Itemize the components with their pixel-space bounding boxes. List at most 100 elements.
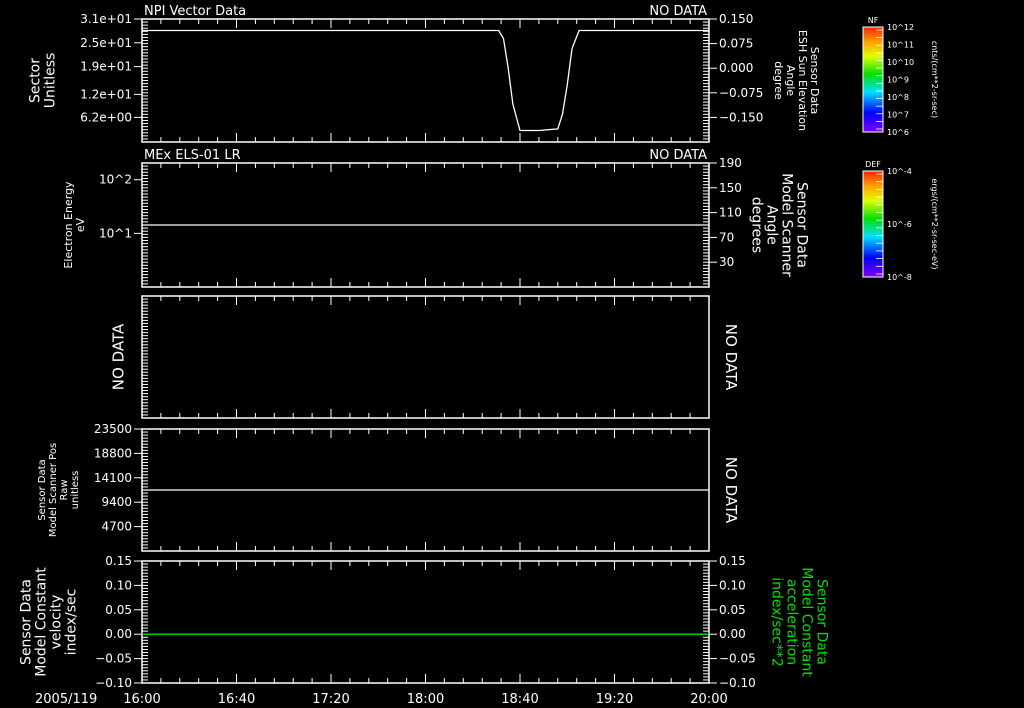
colorbar-tick-label: 10^-6 bbox=[887, 220, 912, 229]
y-tick-label-left: 23500 bbox=[94, 422, 132, 436]
x-tick-label: 18:00 bbox=[407, 692, 444, 707]
axis-label-line: Model Scanner bbox=[779, 173, 795, 277]
y-tick-label-right: 0.05 bbox=[719, 603, 746, 617]
axis-label-line: NO DATA bbox=[722, 324, 740, 391]
axis-label-line: eV bbox=[74, 217, 87, 232]
no-data-status: NO DATA bbox=[649, 4, 707, 19]
axis-label-line: velocity bbox=[48, 595, 64, 650]
y-tick-label-left: 0.10 bbox=[105, 578, 132, 592]
axis-label-line: Model Scanner Pos bbox=[48, 443, 59, 537]
y-tick-label-left: −0.10 bbox=[95, 676, 132, 690]
colorbar-tick-label: 10^8 bbox=[887, 93, 909, 102]
y-axis-label-left: Sector Unitless bbox=[27, 53, 58, 109]
y-tick-label-right: 30 bbox=[719, 255, 734, 269]
panel-title: MEx ELS-01 LR bbox=[144, 148, 241, 163]
x-tick-label: 17:20 bbox=[312, 692, 349, 707]
colorbar-tick-label: 10^-4 bbox=[887, 167, 912, 176]
colorbar-title: DEF bbox=[865, 160, 881, 169]
axis-label-line: Unitless bbox=[42, 53, 58, 109]
y-tick-label-right: 190 bbox=[719, 156, 742, 170]
y-tick-label-right: −0.05 bbox=[719, 652, 756, 666]
y-axis-label-right: Sensor DataModel Constantaccelerationind… bbox=[769, 567, 830, 677]
y-tick-label-left: 0.00 bbox=[105, 627, 132, 641]
panel-title: NPI Vector Data bbox=[144, 4, 246, 19]
y-tick-label-right: 110 bbox=[719, 206, 742, 220]
axis-label-line: index/sec bbox=[63, 589, 79, 656]
axis-label-line: Raw bbox=[59, 479, 70, 500]
axis-label-line: cnts/(cm**2-sr-sec) bbox=[930, 41, 939, 118]
y-tick-label-left: 0.05 bbox=[105, 603, 132, 617]
colorbar-tick-label: 10^7 bbox=[887, 111, 909, 120]
axis-label-line: Sensor Data bbox=[37, 459, 48, 520]
colorbar-units-label: ergs/(cm**2-sr-sec-eV) bbox=[930, 178, 939, 269]
no-data-right: NO DATA bbox=[722, 324, 740, 391]
y-axis-label-right: Sensor DataModel ScannerAngledegrees bbox=[749, 173, 810, 277]
axis-label-line: Sensor Data bbox=[18, 579, 34, 665]
x-tick-label: 16:40 bbox=[218, 692, 255, 707]
y-tick-label-left: 14100 bbox=[94, 471, 132, 485]
colorbar-tick-label: 10^-8 bbox=[887, 273, 912, 282]
y-tick-label-right: 0.10 bbox=[719, 578, 746, 592]
y-tick-label-right: 0.000 bbox=[719, 61, 753, 75]
y-tick-label-right: −0.150 bbox=[719, 110, 763, 124]
axis-label-line: ergs/(cm**2-sr-sec-eV) bbox=[930, 178, 939, 269]
plot-canvas: NPI Vector Data NO DATA 3.1e+01 2.5e+01 1.9e… bbox=[18, 4, 939, 707]
x-tick-label: 19:20 bbox=[596, 692, 633, 707]
panel-frame bbox=[141, 560, 710, 684]
y-tick-label-left: −0.05 bbox=[95, 652, 132, 666]
axis-label-line: degrees bbox=[749, 197, 765, 253]
axis-label-line: Sensor Data bbox=[794, 182, 810, 268]
x-tick-label: 16:00 bbox=[123, 692, 160, 707]
colorbar bbox=[862, 26, 884, 133]
axis-label-line: index/sec**2 bbox=[769, 577, 785, 667]
y-tick-label-right: 0.15 bbox=[719, 554, 746, 568]
y-tick-label-right: 70 bbox=[719, 230, 734, 244]
no-data-right: NO DATA bbox=[722, 457, 740, 524]
y-tick-label-left: 4700 bbox=[101, 520, 132, 534]
y-tick-label-right: 0.00 bbox=[719, 627, 746, 641]
y-tick-label-left: 18800 bbox=[94, 446, 132, 460]
date-label: 2005/119 bbox=[35, 692, 97, 707]
no-data-status: NO DATA bbox=[649, 148, 707, 163]
axis-label-line: NO DATA bbox=[109, 323, 127, 390]
colorbar-units-label: cnts/(cm**2-sr-sec) bbox=[930, 41, 939, 118]
y-tick-label-right: 150 bbox=[719, 181, 742, 195]
y-tick-label-left: 3.1e+01 bbox=[80, 12, 132, 26]
plot-layer: NPI Vector Data NO DATA 3.1e+01 2.5e+01 1.9e… bbox=[18, 4, 939, 707]
colorbar-tick-label: 10^12 bbox=[887, 23, 914, 32]
y-tick-label-right: −0.10 bbox=[719, 676, 756, 690]
series-line bbox=[142, 29, 709, 132]
axis-label-line: unitless bbox=[70, 471, 81, 510]
y-tick-label-left: 10^2 bbox=[99, 173, 132, 187]
y-tick-label-left: 6.2e+00 bbox=[80, 110, 132, 124]
y-tick-label-left: 1.9e+01 bbox=[80, 60, 132, 74]
colorbar-title: NF bbox=[868, 16, 879, 25]
no-data-left: NO DATA bbox=[109, 323, 127, 390]
y-tick-label-right: 0.150 bbox=[719, 12, 753, 26]
axis-label-line: Angle bbox=[764, 205, 780, 245]
axis-label-line: Sensor Data bbox=[814, 579, 830, 665]
y-axis-label-left: Sensor Data Model Scanner Pos Raw unitless bbox=[37, 443, 81, 537]
y-tick-label-right: 0.075 bbox=[719, 37, 753, 51]
y-axis-label-left: Electron Energy eV bbox=[62, 181, 87, 269]
colorbar-tick-label: 10^9 bbox=[887, 76, 909, 85]
y-tick-label-left: 1.2e+01 bbox=[80, 87, 132, 101]
y-axis-label-right: Sensor DataESH Sun ElevationAngledegree bbox=[772, 30, 821, 131]
axis-label-line: Model Constant bbox=[33, 567, 49, 677]
axis-label-line: Model Constant bbox=[799, 567, 815, 677]
axis-label-line: degree bbox=[772, 61, 785, 100]
y-tick-label-left: 2.5e+01 bbox=[80, 36, 132, 50]
colorbar-tick-label: 10^6 bbox=[887, 128, 909, 137]
y-tick-label-left: 9400 bbox=[101, 495, 132, 509]
colorbar-tick-label: 10^10 bbox=[887, 58, 914, 67]
y-tick-label-left: 0.15 bbox=[105, 554, 132, 568]
colorbar-tick-label: 10^11 bbox=[887, 41, 914, 50]
y-tick-label-right: −0.075 bbox=[719, 86, 763, 100]
axis-label-line: NO DATA bbox=[722, 457, 740, 524]
colorbar bbox=[862, 170, 884, 278]
axis-label-line: Sector bbox=[27, 58, 43, 103]
x-tick-label: 18:40 bbox=[501, 692, 538, 707]
axis-label-line: acceleration bbox=[784, 579, 800, 665]
x-tick-label: 20:00 bbox=[690, 692, 727, 707]
panel-frame bbox=[141, 18, 710, 143]
